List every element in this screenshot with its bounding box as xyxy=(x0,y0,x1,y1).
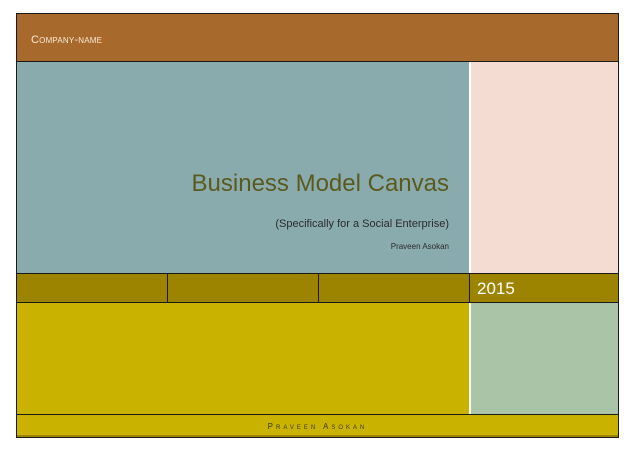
year-label: 2015 xyxy=(477,279,515,298)
title-panel: Business Model Canvas (Specifically for … xyxy=(17,62,469,273)
document-title: Business Model Canvas xyxy=(191,170,449,197)
middle-band: 2015 xyxy=(17,273,618,303)
side-panel-bottom xyxy=(469,303,618,414)
header-band: Company-name xyxy=(17,14,618,62)
lower-panel xyxy=(17,303,469,414)
band-cell xyxy=(167,274,319,302)
footer-author: Praveen Asokan xyxy=(267,422,368,431)
side-panel-top xyxy=(469,62,618,273)
footer-band: Praveen Asokan xyxy=(17,414,618,437)
document-subtitle: (Specifically for a Social Enterprise) xyxy=(275,218,449,230)
band-cell xyxy=(319,274,470,302)
company-name: Company-name xyxy=(31,34,103,46)
document-page: Company-name Business Model Canvas (Spec… xyxy=(16,13,619,438)
band-cell xyxy=(17,274,168,302)
author-name: Praveen Asokan xyxy=(390,242,449,251)
footer-rule xyxy=(17,435,618,437)
